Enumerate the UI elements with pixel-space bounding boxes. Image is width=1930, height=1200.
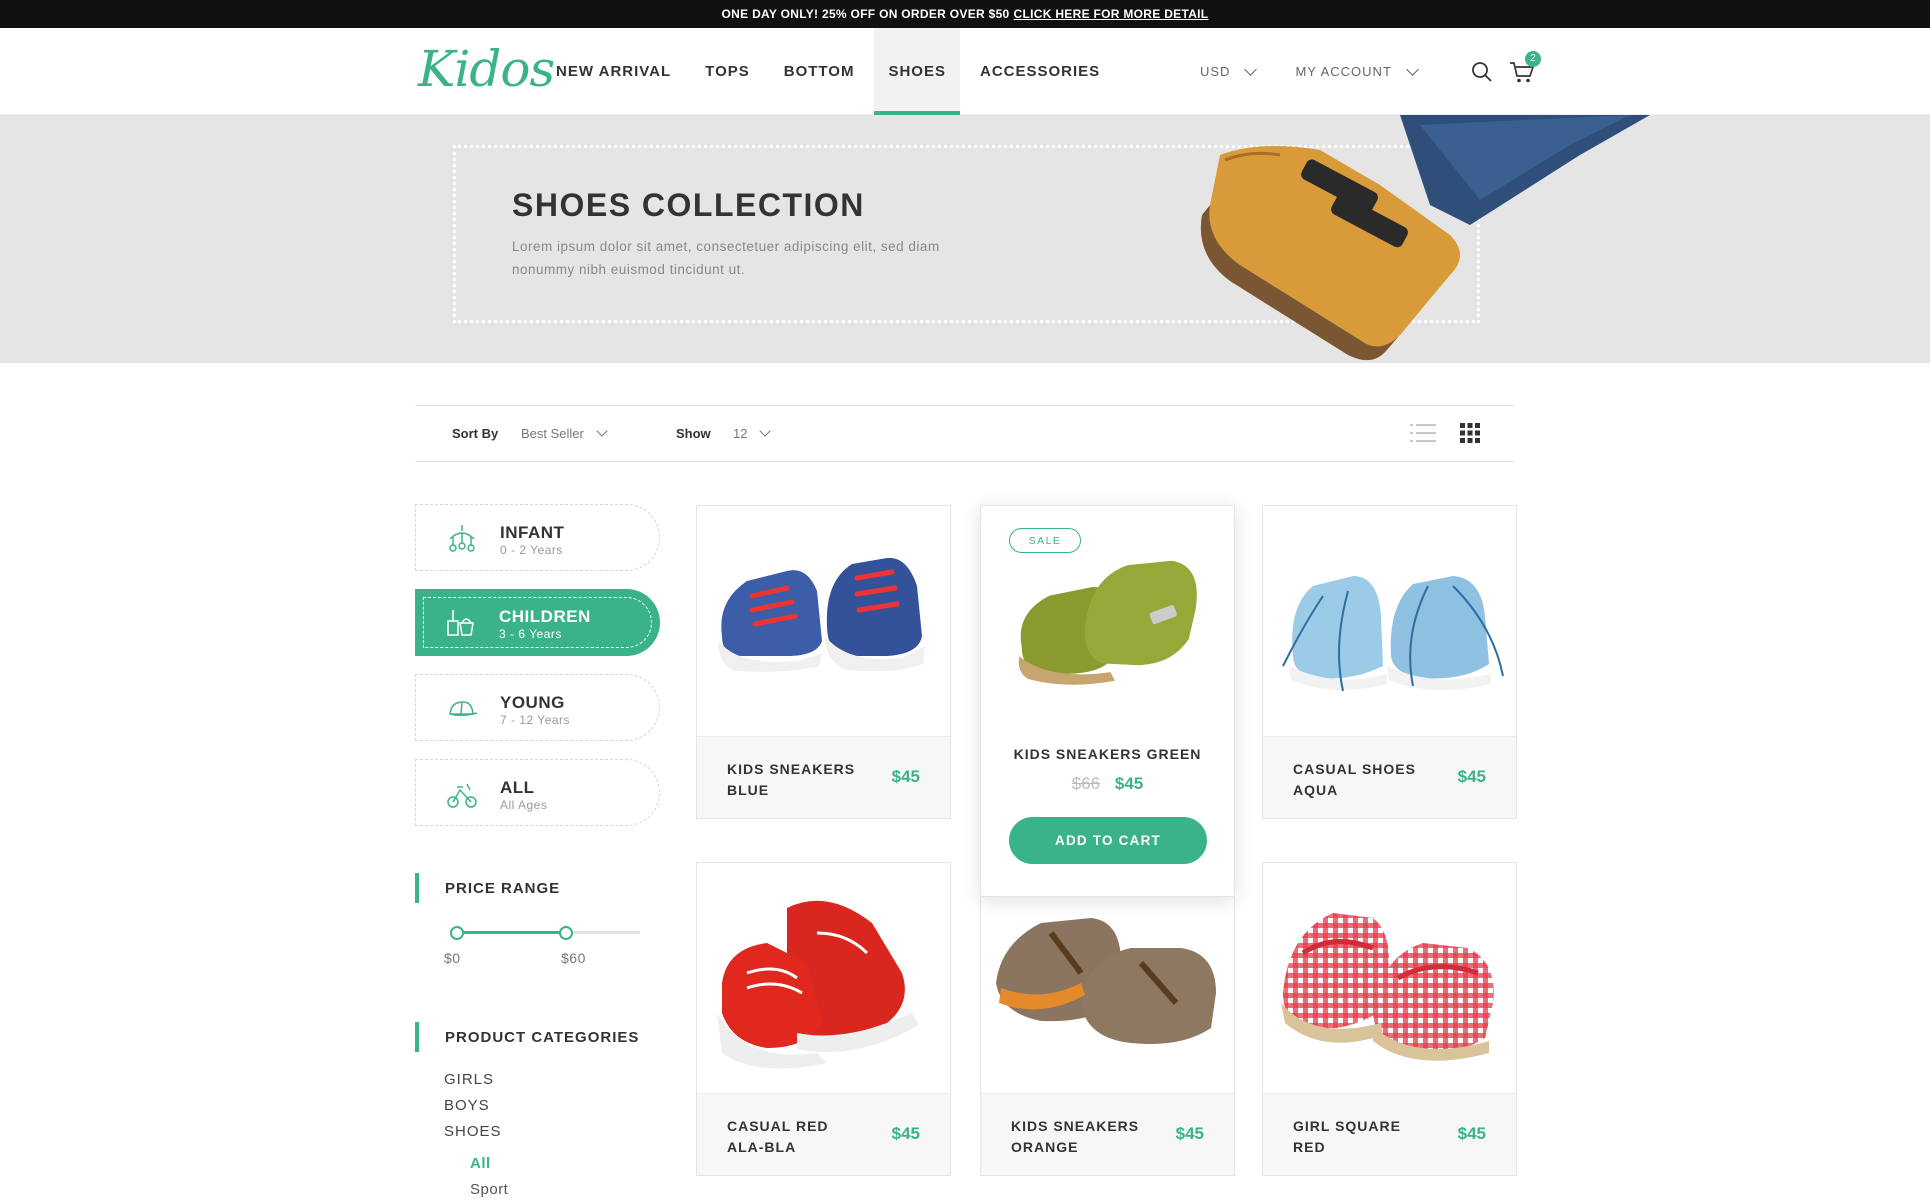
currency-select[interactable]: USD [1200, 62, 1258, 79]
product-card[interactable]: KIDS SNEAKERS ORANGE $45 [980, 862, 1235, 1176]
age-filter-children[interactable]: CHILDREN 3 - 6 Years [415, 589, 660, 656]
product-name: KIDS SNEAKERS GREEN [1013, 746, 1202, 762]
show-label: Show [676, 426, 711, 441]
product-card[interactable]: KIDS SNEAKERS BLUE $45 [696, 505, 951, 819]
show-select[interactable]: 12 [733, 425, 772, 441]
age-filter-all[interactable]: ALL All Ages [415, 759, 660, 826]
currency-label: USD [1200, 64, 1231, 79]
nav-new-arrival[interactable]: NEW ARRIVAL [542, 28, 685, 115]
nav-accessories[interactable]: ACCESSORIES [966, 28, 1114, 115]
subcategory-sport[interactable]: Sport [470, 1181, 508, 1198]
account-menu[interactable]: MY ACCOUNT [1295, 62, 1419, 79]
account-label: MY ACCOUNT [1295, 64, 1392, 79]
nav-shoes[interactable]: SHOES [874, 28, 960, 115]
age-name: ALL [500, 778, 535, 797]
age-filter-infant[interactable]: INFANT 0 - 2 Years [415, 504, 660, 571]
product-price: $45 [1114, 774, 1144, 793]
hero-description: Lorem ipsum dolor sit amet, consectetuer… [512, 239, 940, 277]
baby-mobile-icon [449, 525, 475, 552]
list-view-icon[interactable] [1410, 422, 1436, 444]
product-name: CASUAL SHOES AQUA [1293, 761, 1416, 798]
product-card[interactable]: SALE KIDS SNEAKERS GREEN $66 $45 ADD TO … [980, 505, 1235, 897]
chevron-down-icon [596, 425, 608, 437]
nav-tops[interactable]: TOPS [691, 28, 764, 115]
age-filter-young[interactable]: YOUNG 7 - 12 Years [415, 674, 660, 741]
tricycle-icon [447, 783, 477, 808]
product-footer: CASUAL SHOES AQUA $45 [1263, 736, 1516, 818]
age-name: CHILDREN [499, 607, 591, 626]
slider-fill [457, 931, 567, 934]
category-boys[interactable]: BOYS [444, 1097, 490, 1114]
product-card[interactable]: CASUAL RED ALA-BLA $45 [696, 862, 951, 1176]
product-price: $45 [1457, 767, 1486, 786]
search-icon[interactable] [1467, 57, 1497, 87]
product-card[interactable]: CASUAL SHOES AQUA $45 [1262, 505, 1517, 819]
product-footer: CASUAL RED ALA-BLA $45 [697, 1093, 950, 1175]
price-range-title: PRICE RANGE [415, 873, 560, 903]
bucket-icon [447, 610, 474, 636]
product-image [996, 918, 1216, 1044]
category-shoes[interactable]: SHOES [444, 1123, 502, 1140]
slider-min-handle[interactable] [450, 926, 464, 940]
promo-link[interactable]: CLICK HERE FOR MORE DETAIL [1014, 7, 1209, 21]
product-price: $45 [1457, 1124, 1486, 1143]
age-range: 7 - 12 Years [500, 713, 571, 727]
subcategory-all[interactable]: All [470, 1155, 491, 1172]
product-prices: $66 $45 [981, 774, 1234, 794]
product-price: $45 [891, 767, 920, 786]
sale-badge: SALE [1009, 528, 1081, 553]
chevron-down-icon [1406, 62, 1419, 76]
product-name: GIRL SQUARE RED [1293, 1118, 1401, 1155]
product-footer: GIRL SQUARE RED $45 [1263, 1093, 1516, 1175]
product-name: CASUAL RED ALA-BLA [727, 1118, 829, 1155]
product-image [717, 900, 919, 1069]
logo[interactable]: Kidos [418, 40, 555, 98]
product-name: KIDS SNEAKERS BLUE [727, 761, 856, 798]
slider-max-handle[interactable] [559, 926, 574, 940]
add-to-cart-button[interactable]: ADD TO CART [1009, 817, 1207, 864]
old-price: $66 [1071, 774, 1101, 793]
age-name: YOUNG [500, 693, 565, 712]
product-image [1281, 913, 1494, 1061]
header-actions: USD MY ACCOUNT 2 [1200, 28, 1541, 115]
cap-icon [449, 701, 478, 717]
product-footer: KIDS SNEAKERS ORANGE $45 [981, 1093, 1234, 1175]
sort-label: Sort By [452, 426, 499, 441]
promo-bar: ONE DAY ONLY! 25% OFF ON ORDER OVER $50 … [0, 0, 1930, 28]
sort-value: Best Seller [521, 426, 584, 441]
price-max: $60 [561, 950, 586, 966]
sort-select[interactable]: Best Seller [521, 425, 608, 441]
product-card[interactable]: GIRL SQUARE RED $45 [1262, 862, 1517, 1176]
chevron-down-icon [1244, 62, 1258, 76]
hero-banner: SHOES COLLECTION Lorem ipsum dolor sit a… [0, 115, 1930, 363]
boot-image [1200, 115, 1650, 361]
product-image [1018, 560, 1197, 685]
age-range: All Ages [500, 798, 548, 812]
product-image [718, 557, 925, 672]
cart-count-badge: 2 [1524, 50, 1541, 67]
cart-icon[interactable]: 2 [1507, 50, 1541, 87]
category-girls[interactable]: GIRLS [444, 1071, 494, 1088]
nav-bottom[interactable]: BOTTOM [770, 28, 869, 115]
main-nav: NEW ARRIVAL TOPS BOTTOM SHOES ACCESSORIE… [542, 28, 1120, 115]
promo-text: ONE DAY ONLY! 25% OFF ON ORDER OVER $50 [721, 7, 1010, 21]
listing-toolbar: Sort By Best Seller Show 12 [415, 405, 1515, 462]
product-price: $45 [891, 1124, 920, 1143]
age-name: INFANT [500, 523, 565, 542]
price-min: $0 [444, 950, 461, 966]
show-value: 12 [733, 426, 748, 441]
categories-title: PRODUCT CATEGORIES [415, 1022, 639, 1052]
age-range: 3 - 6 Years [499, 627, 562, 641]
age-range: 0 - 2 Years [500, 543, 563, 557]
site-header: Kidos NEW ARRIVAL TOPS BOTTOM SHOES ACCE… [0, 28, 1930, 115]
product-name: KIDS SNEAKERS ORANGE [1011, 1118, 1140, 1155]
price-slider[interactable] [450, 923, 640, 943]
chevron-down-icon [759, 425, 772, 437]
product-footer: KIDS SNEAKERS BLUE $45 [697, 736, 950, 818]
product-price: $45 [1175, 1124, 1204, 1143]
grid-view-icon[interactable] [1459, 422, 1481, 444]
product-image [1282, 576, 1504, 692]
hero-title: SHOES COLLECTION [512, 187, 865, 223]
